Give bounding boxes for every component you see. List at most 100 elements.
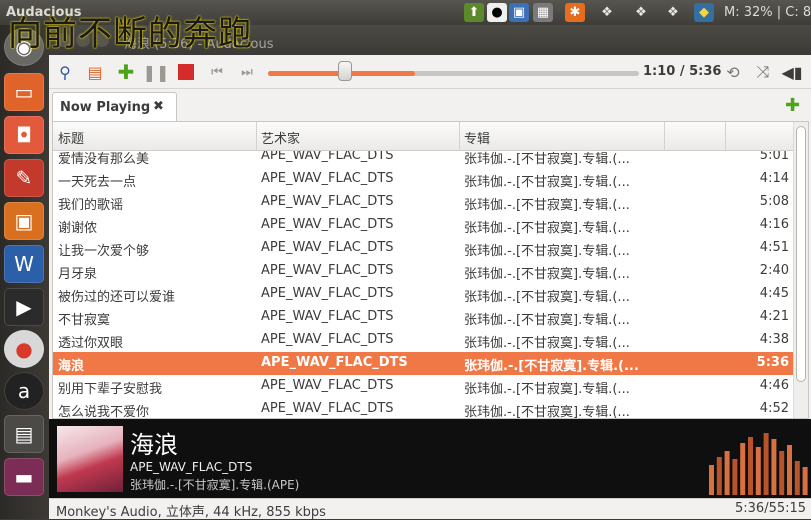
search-icon[interactable]: ⚲ (54, 61, 76, 83)
terminal-icon[interactable]: ▶ (4, 288, 44, 326)
fcitx-icon[interactable]: ✱ (565, 3, 585, 22)
table-row[interactable]: 我们的歌谣 APE_WAV_FLAC_DTS 张玮伽.-.[不甘寂寞].专辑.(..… (53, 191, 793, 214)
row-album: 张玮伽.-.[不甘寂寞].专辑.(... (464, 267, 630, 282)
visualizer-bar (779, 451, 785, 495)
row-artist: APE_WAV_FLAC_DTS (261, 332, 394, 347)
row-length: 4:16 (759, 217, 789, 232)
codec-info: Monkey's Audio, 立体声, 44 kHz, 855 kbps (56, 505, 326, 520)
trash-icon[interactable]: ▬ (4, 458, 44, 496)
row-length: 4:38 (759, 332, 789, 347)
now-playing-artist: APE_WAV_FLAC_DTS (130, 460, 253, 474)
window-icon[interactable]: ▤ (4, 415, 44, 453)
now-playing-bar: 海浪 APE_WAV_FLAC_DTS 张玮伽.-.[不甘寂寞].专辑.(APE… (49, 419, 811, 498)
column-separator[interactable] (725, 122, 726, 151)
row-title: 我们的歌谣 (58, 198, 124, 213)
tab-now-playing[interactable]: Now Playing ✖ (52, 92, 177, 123)
row-album: 张玮伽.-.[不甘寂寞].专辑.(... (464, 359, 639, 374)
row-artist: APE_WAV_FLAC_DTS (261, 171, 394, 186)
toolbar: ⚲ ▤ ✚ ❚❚ ⏮ ⏭ 1:10 / 5:36 ⟲ ⤨ ◀▮ (49, 55, 811, 89)
column-title[interactable]: 标题 (58, 128, 84, 147)
playlist-rows: 爱情没有那么美 APE_WAV_FLAC_DTS 张玮伽.-.[不甘寂寞].专辑.(… (53, 151, 793, 419)
close-tab-icon[interactable]: ✖ (153, 99, 164, 114)
scrollbar[interactable] (793, 122, 808, 418)
dropbox-icon-3[interactable]: ❖ (663, 3, 683, 22)
row-title: 怎么说我不爱你 (58, 405, 150, 419)
visualizer-bar (724, 451, 730, 495)
dropbox-icon-2[interactable]: ❖ (631, 3, 651, 22)
workspaces-icon[interactable]: ▣ (4, 202, 44, 240)
visualizer-bar (740, 443, 746, 495)
tab-label: Now Playing (60, 100, 151, 115)
table-row[interactable]: 让我一次爱个够 APE_WAV_FLAC_DTS 张玮伽.-.[不甘寂寞].专辑.(… (53, 237, 793, 260)
table-row[interactable]: 月牙泉 APE_WAV_FLAC_DTS 张玮伽.-.[不甘寂寞].专辑.(... 2… (53, 260, 793, 283)
settings-icon[interactable]: ✎ (4, 159, 44, 197)
network-icon[interactable]: ▣ (509, 3, 529, 22)
desktop-lyric: 向前不断的奔跑 (8, 14, 253, 54)
audacious-window: 海浪 (5:36) - Audacious ⚲ ▤ ✚ ❚❚ ⏮ ⏭ 1:10 … (49, 25, 811, 520)
total-time: 5:36/55:15 (735, 501, 807, 516)
writer-icon[interactable]: W (4, 245, 44, 283)
update-icon[interactable]: ⬆ (464, 3, 484, 22)
column-separator[interactable] (459, 122, 460, 151)
row-length: 4:45 (759, 286, 789, 301)
system-monitor[interactable]: M: 32% | C: 8 (724, 5, 811, 20)
row-album: 张玮伽.-.[不甘寂寞].专辑.(... (464, 244, 630, 259)
column-separator[interactable] (664, 122, 665, 151)
python-icon[interactable]: ◆ (694, 3, 714, 22)
visualizer-bar (802, 467, 808, 495)
table-row[interactable]: 不甘寂寞 APE_WAV_FLAC_DTS 张玮伽.-.[不甘寂寞].专辑.(...… (53, 306, 793, 329)
row-title: 透过你双眼 (58, 336, 124, 351)
open-icon[interactable]: ▤ (84, 61, 106, 83)
seek-bar[interactable] (268, 71, 639, 76)
row-title: 别用下辈子安慰我 (58, 382, 163, 397)
table-row[interactable]: 透过你双眼 APE_WAV_FLAC_DTS 张玮伽.-.[不甘寂寞].专辑.(..… (53, 329, 793, 352)
row-artist: APE_WAV_FLAC_DTS (261, 401, 394, 416)
row-title: 海浪 (58, 359, 85, 374)
seek-handle[interactable] (338, 61, 352, 81)
table-row[interactable]: 一天死去一点 APE_WAV_FLAC_DTS 张玮伽.-.[不甘寂寞].专辑.(.… (53, 168, 793, 191)
table-row[interactable]: 谢谢侬 APE_WAV_FLAC_DTS 张玮伽.-.[不甘寂寞].专辑.(... 4… (53, 214, 793, 237)
keyboard-icon[interactable]: ▦ (533, 3, 553, 22)
column-separator[interactable] (256, 122, 257, 151)
row-length: 5:08 (759, 194, 789, 209)
audacious-icon[interactable]: a (4, 372, 44, 410)
column-artist[interactable]: 艺术家 (261, 128, 300, 147)
repeat-icon[interactable]: ⟲ (722, 61, 744, 83)
row-artist: APE_WAV_FLAC_DTS (261, 309, 394, 324)
next-icon[interactable]: ⏭ (236, 61, 258, 83)
stop-icon[interactable] (175, 61, 197, 83)
files-icon[interactable]: ▭ (4, 73, 44, 111)
table-row[interactable]: 爱情没有那么美 APE_WAV_FLAC_DTS 张玮伽.-.[不甘寂寞].专辑.(… (53, 151, 793, 168)
pause-icon[interactable]: ❚❚ (143, 61, 170, 83)
row-length: 4:21 (759, 309, 789, 324)
row-length: 4:14 (759, 171, 789, 186)
playlist: 标题 艺术家 专辑 爱情没有那么美 APE_WAV_FLAC_DTS 张玮伽.-.[… (52, 121, 809, 419)
qq-icon[interactable]: ● (487, 3, 507, 22)
row-title: 被伤过的还可以爱谁 (58, 290, 176, 305)
now-playing-album: 张玮伽.-.[不甘寂寞].专辑.(APE) (130, 478, 300, 492)
row-length: 5:01 (759, 151, 789, 163)
table-row[interactable]: 海浪 APE_WAV_FLAC_DTS 张玮伽.-.[不甘寂寞].专辑.(... 5:… (53, 352, 793, 375)
row-artist: APE_WAV_FLAC_DTS (261, 194, 394, 209)
table-row[interactable]: 怎么说我不爱你 APE_WAV_FLAC_DTS 张玮伽.-.[不甘寂寞].专辑.(… (53, 398, 793, 419)
row-artist: APE_WAV_FLAC_DTS (261, 355, 408, 370)
dropbox-icon[interactable]: ❖ (597, 3, 617, 22)
software-center-icon[interactable]: ◘ (4, 116, 44, 154)
row-artist: APE_WAV_FLAC_DTS (261, 263, 394, 278)
table-row[interactable]: 被伤过的还可以爱谁 APE_WAV_FLAC_DTS 张玮伽.-.[不甘寂寞].专辑… (53, 283, 793, 306)
visualizer-bar (794, 461, 800, 495)
visualizer-bar (763, 433, 769, 495)
add-playlist-button[interactable]: ✚ (785, 95, 800, 116)
row-title: 让我一次爱个够 (58, 244, 150, 259)
table-row[interactable]: 别用下辈子安慰我 APE_WAV_FLAC_DTS 张玮伽.-.[不甘寂寞].专辑.… (53, 375, 793, 398)
visualizer-bar (755, 447, 761, 495)
previous-icon[interactable]: ⏮ (206, 61, 228, 83)
column-album[interactable]: 专辑 (464, 128, 490, 147)
row-title: 月牙泉 (58, 267, 98, 282)
add-icon[interactable]: ✚ (115, 60, 137, 84)
chrome-icon[interactable]: ● (4, 330, 44, 368)
volume-icon[interactable]: ◀▮ (781, 61, 803, 83)
scroll-thumb[interactable] (796, 126, 806, 382)
shuffle-icon[interactable]: ⤨ (752, 61, 774, 83)
row-album: 张玮伽.-.[不甘寂寞].专辑.(... (464, 290, 630, 305)
